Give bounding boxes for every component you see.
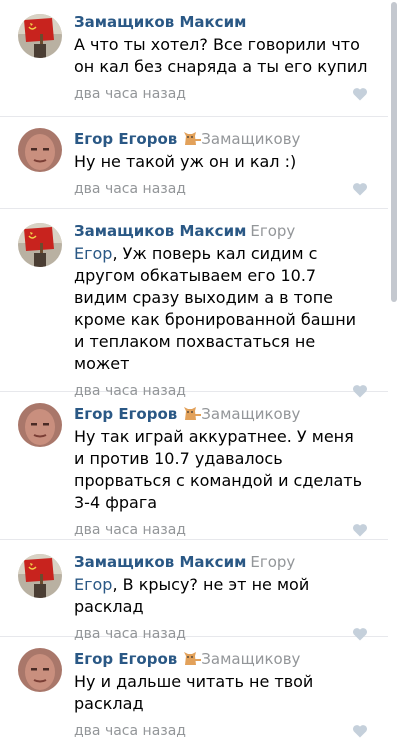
- comment-item: Егор Егоров Замащикову Ну и дальше читать…: [0, 637, 390, 739]
- reply-to-link[interactable]: Замащикову: [201, 405, 300, 423]
- author-link[interactable]: Замащиков Максим: [74, 222, 246, 240]
- comment-time[interactable]: два часа назад: [74, 86, 186, 102]
- comment-body: А что ты хотел? Все говорили что он кал …: [74, 35, 368, 76]
- avatar[interactable]: [18, 128, 62, 172]
- scrollbar-thumb[interactable]: [391, 2, 397, 302]
- soviet-flag-avatar-icon: [18, 554, 62, 598]
- avatar[interactable]: [18, 648, 62, 692]
- comment-time[interactable]: два часа назад: [74, 723, 186, 739]
- face-photo-avatar-icon: [18, 128, 62, 172]
- comment-item: Егор Егоров Замащикову Ну так играй аккур…: [0, 392, 390, 540]
- comment-text: Егор, В крысу? не эт не мой расклад: [74, 574, 368, 618]
- soviet-flag-avatar-icon: [18, 223, 62, 267]
- comment-body: Ну и дальше читать не твой расклад: [74, 672, 314, 713]
- heart-icon[interactable]: [352, 182, 368, 196]
- comment-item: Замащиков Максим Егору Егор, Уж поверь ка…: [0, 209, 390, 399]
- comment-text: А что ты хотел? Все говорили что он кал …: [74, 34, 368, 78]
- avatar[interactable]: [18, 554, 62, 598]
- heart-icon[interactable]: [352, 523, 368, 537]
- reply-to-link[interactable]: Егору: [250, 222, 295, 240]
- cat-icon: [184, 652, 202, 665]
- avatar[interactable]: [18, 403, 62, 447]
- avatar[interactable]: [18, 223, 62, 267]
- comment-time[interactable]: два часа назад: [74, 522, 186, 538]
- heart-icon[interactable]: [352, 87, 368, 101]
- comment-time[interactable]: два часа назад: [74, 181, 186, 197]
- cat-icon: [184, 407, 202, 420]
- mention-link[interactable]: Егор: [74, 244, 112, 263]
- reply-to-link[interactable]: Егору: [250, 553, 295, 571]
- heart-icon[interactable]: [352, 724, 368, 738]
- face-photo-avatar-icon: [18, 648, 62, 692]
- face-photo-avatar-icon: [18, 403, 62, 447]
- comment-text: Ну и дальше читать не твой расклад: [74, 671, 368, 715]
- comment-body: Ну не такой уж он и кал :): [74, 152, 297, 171]
- mention-link[interactable]: Егор: [74, 575, 112, 594]
- author-link[interactable]: Замащиков Максим: [74, 553, 246, 571]
- comment-item: Замащиков Максим А что ты хотел? Все гов…: [0, 0, 390, 117]
- reply-to-link[interactable]: Замащикову: [201, 130, 300, 148]
- comment-text: Егор, Уж поверь кал сидим с другом обкат…: [74, 243, 368, 375]
- author-link[interactable]: Егор Егоров: [74, 405, 177, 423]
- comment-list: Замащиков Максим А что ты хотел? Все гов…: [0, 0, 390, 739]
- comment-text: Ну так играй аккуратнее. У меня и против…: [74, 426, 368, 514]
- comment-body: , Уж поверь кал сидим с другом обкатывае…: [74, 244, 357, 373]
- cat-icon: [184, 132, 202, 145]
- comment-item: Егор Егоров Замащикову Ну не такой уж он …: [0, 117, 390, 209]
- reply-to-link[interactable]: Замащикову: [201, 650, 300, 668]
- avatar[interactable]: [18, 14, 62, 58]
- comment-text: Ну не такой уж он и кал :): [74, 151, 368, 173]
- author-link[interactable]: Замащиков Максим: [74, 13, 246, 31]
- soviet-flag-avatar-icon: [18, 14, 62, 58]
- comment-body: Ну так играй аккуратнее. У меня и против…: [74, 427, 363, 512]
- author-link[interactable]: Егор Егоров: [74, 650, 177, 668]
- author-link[interactable]: Егор Егоров: [74, 130, 177, 148]
- comment-item: Замащиков Максим Егору Егор, В крысу? не …: [0, 540, 390, 642]
